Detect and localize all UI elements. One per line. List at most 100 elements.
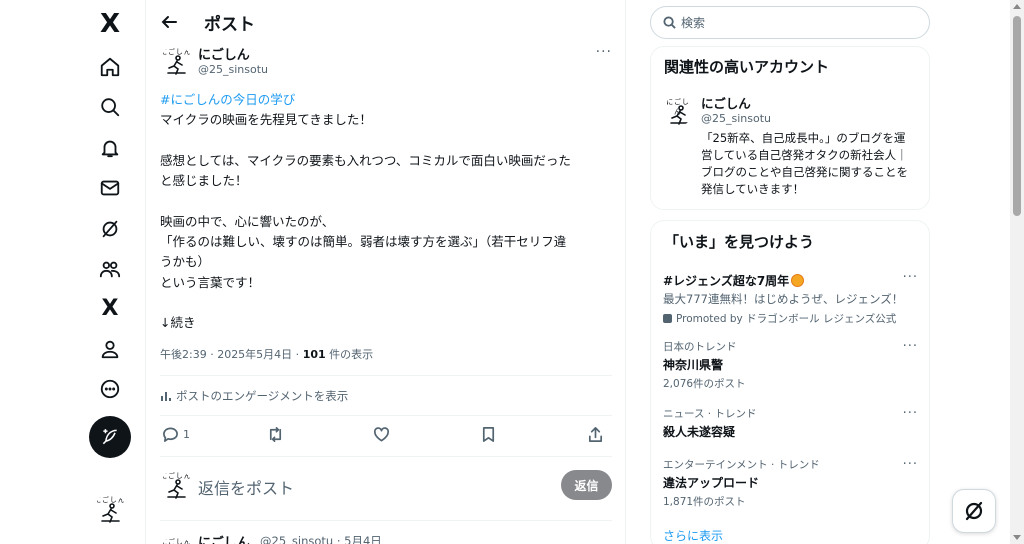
trend-context: 日本のトレンド [663,341,737,353]
card-title: 関連性の高いアカウント [664,58,830,76]
trend-item[interactable]: 日本のトレンド 神奈川県警 2,076件のポスト ··· [663,339,918,391]
premium-icon[interactable]: X [90,289,130,329]
more-options-icon[interactable]: ··· [903,457,918,472]
left-nav: X X にごしん [80,0,140,544]
divider [160,520,612,521]
trend-title: 違法アップロード [663,476,760,490]
avatar: にごしん [160,470,192,502]
bookmark-button[interactable] [480,426,497,443]
grok-floating-button[interactable] [952,489,996,533]
post-line: 感想としては、マイクラの要素も入れつつ、コミカルで面白い映画だった [160,152,571,168]
avatar[interactable]: にごしん [663,96,693,126]
promoted-icon [663,314,672,323]
trend-count: 2,076件のポスト [663,378,746,390]
related-account-bio: 「25新卒、自己成長中。」のブログを運営している自己啓発オタクの新社会人｜ ブロ… [701,131,908,196]
post-line [160,191,615,211]
post-line: うかも） [160,254,211,270]
trend-count: 1,871件のポスト [663,496,746,508]
scroll-thumb[interactable] [1013,16,1021,216]
back-arrow-icon[interactable] [160,13,178,31]
repost-button[interactable] [267,426,284,443]
more-options-icon[interactable]: ··· [903,270,918,285]
heart-icon [374,427,389,442]
trend-title: #レジェンズ超な7周年 [663,274,790,288]
divider [160,456,612,457]
view-engagement-link[interactable]: ポストのエンゲージメントを表示 [160,388,348,404]
right-sidebar: 検索 関連性の高いアカウント にごしん にごしん @25_sinsotu 「25… [648,0,930,544]
search-icon [663,16,676,29]
trend-title: 殺人未遂容疑 [663,425,736,439]
post-actions: 1 [160,426,612,448]
trend-item[interactable]: #レジェンズ超な7周年 最大777連無料！はじめようぜ、レジェンズ！ Promo… [663,270,918,326]
reply-button[interactable]: 1 [162,426,190,443]
more-options-icon[interactable]: ··· [903,406,918,421]
page-title: ポスト [204,14,255,35]
search-icon[interactable] [90,87,130,127]
account-avatar[interactable]: にごしん [94,494,126,526]
author-handle[interactable]: @25_sinsotu · 5月4日 [260,533,382,544]
home-icon[interactable] [90,47,130,87]
divider [160,375,612,376]
view-label: 件の表示 [325,348,374,361]
author-name[interactable]: にごしん [198,532,250,544]
post-author: にごしん にごしん @25_sinsotu ··· [160,44,612,80]
promoted-label: Promoted by ドラゴンボール レジェンズ公式 [676,313,897,325]
author-handle[interactable]: @25_sinsotu [198,63,268,76]
reply-icon [163,427,178,442]
reply-count: 1 [183,428,190,441]
post-line: という言葉です！ [160,274,261,290]
trend-context: エンターテインメント · トレンド [663,459,820,471]
card-title: 「いま」を見つけよう [664,233,815,251]
divider [160,415,612,416]
post-meta: 午後2:39 · 2025年5月4日 · 101 件の表示 [160,346,373,362]
bookmark-icon [482,427,495,442]
bell-icon[interactable] [90,128,130,168]
x-logo-icon[interactable]: X [90,4,130,44]
related-account-name[interactable]: にごしん [701,93,751,112]
trend-item[interactable]: エンターテインメント · トレンド 違法アップロード 1,871件のポスト ··… [663,457,918,509]
post-detail-column: ポスト にごしん にごしん @25_sinsotu ··· #にごしんの今日の学… [145,0,626,544]
reply-submit-button[interactable]: 返信 [561,470,612,500]
avatar[interactable]: にごしん [160,46,192,78]
communities-icon[interactable] [90,249,130,289]
trend-context: ニュース · トレンド [663,408,757,420]
hashtag-link[interactable]: #にごしんの今日の学び [160,90,615,110]
post-timestamp[interactable]: 午後2:39 · 2025年5月4日 · [160,348,303,361]
post-line: 映画の中で、心に響いたのが、 [160,213,335,229]
more-icon[interactable] [90,369,130,409]
post-line [160,293,615,313]
feather-plus-icon [102,429,117,445]
scroll-up-icon[interactable] [1013,4,1021,9]
mail-icon[interactable] [90,168,130,208]
dragon-ball-icon [791,274,805,287]
header: ポスト [146,0,625,44]
related-account-handle[interactable]: @25_sinsotu [701,112,771,125]
more-options-icon[interactable]: ··· [596,44,612,60]
author-name[interactable]: にごしん [198,44,250,63]
grok-icon[interactable] [90,209,130,249]
trend-description: 最大777連無料！はじめようぜ、レジェンズ！ [663,292,904,306]
post-line: マイクラの映画を先程見てきました！ [160,112,372,128]
more-options-icon[interactable]: ··· [903,339,918,354]
scrollbar[interactable] [1010,0,1024,544]
post-text: #にごしんの今日の学び マイクラの映画を先程見てきました！ 感想としては、マイク… [160,90,615,334]
grok-icon [965,501,983,521]
like-button[interactable] [373,426,390,443]
search-input[interactable]: 検索 [650,6,930,39]
reply-composer: にごしん 返信をポスト 返信 [160,466,612,506]
repost-icon [269,427,282,442]
post-line: 「作るのは難しい、壊すのは簡単。弱者は壊す方を選ぶ」（若干セリフ違 [160,234,567,250]
analytics-icon [161,392,171,401]
avatar: にごしん [160,536,192,544]
share-icon [588,427,603,442]
show-more-link[interactable]: さらに表示 [663,527,723,544]
scroll-down-icon[interactable] [1013,535,1021,540]
reply-input[interactable]: 返信をポスト [198,475,294,499]
trend-item[interactable]: ニュース · トレンド 殺人未遂容疑 ··· [663,406,918,440]
next-post[interactable]: にごしん にごしん @25_sinsotu · 5月4日 [160,532,612,544]
profile-icon[interactable] [90,329,130,369]
post-line[interactable]: ↓続き [160,313,615,333]
share-button[interactable] [587,426,604,443]
post-line: と感じました！ [160,173,248,189]
compose-post-button[interactable] [89,416,131,458]
